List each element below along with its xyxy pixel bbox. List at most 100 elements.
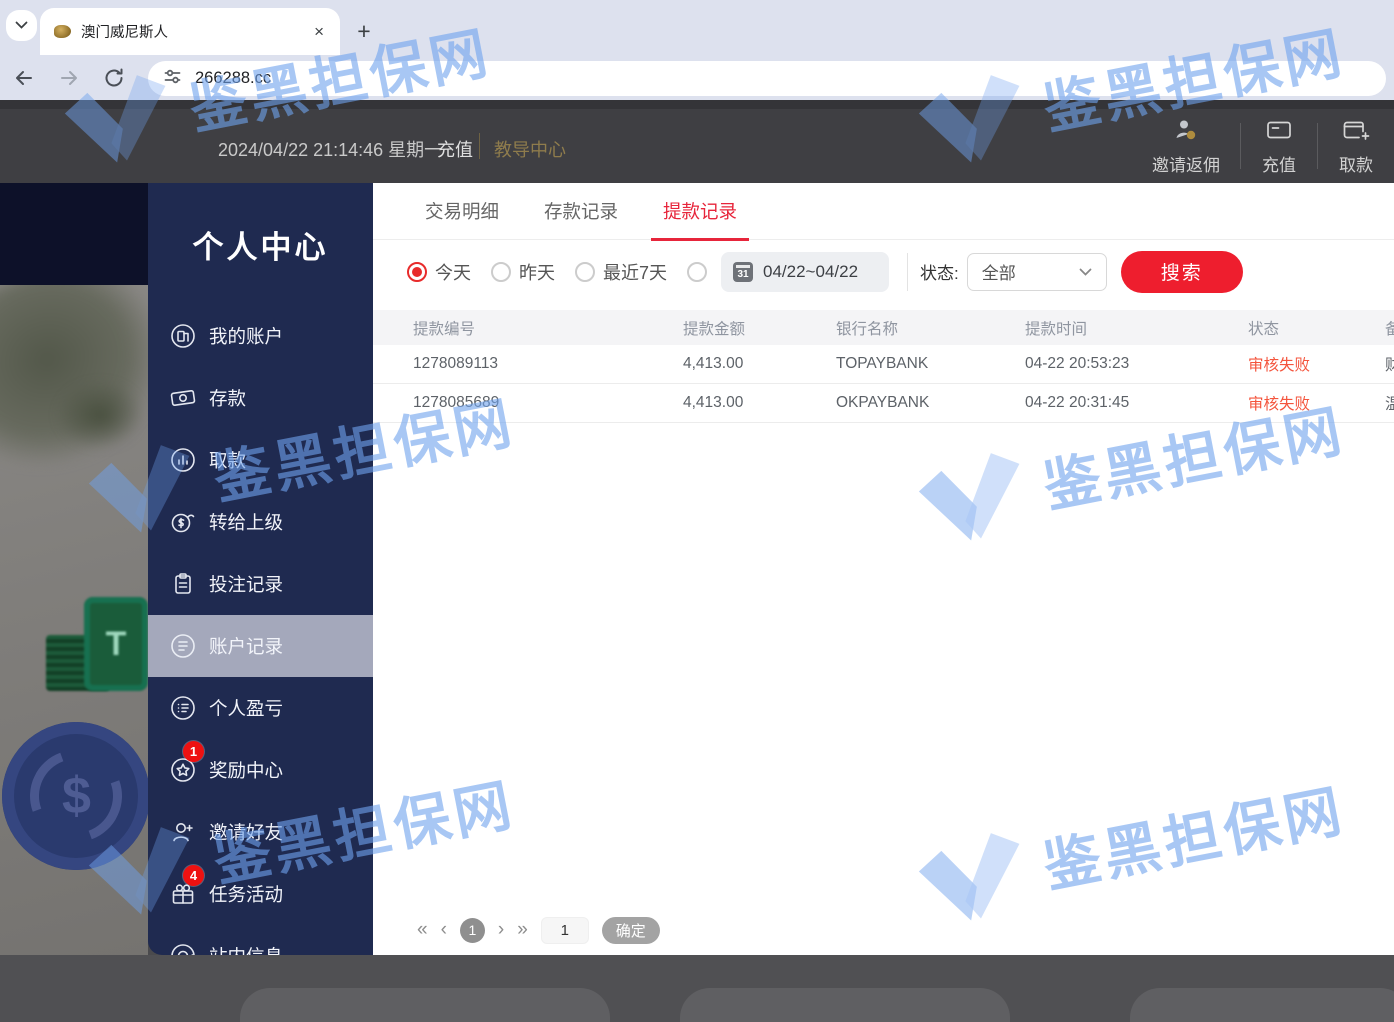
person-plus-icon [169, 818, 197, 846]
search-button[interactable]: 搜索 [1121, 251, 1243, 293]
withdraw-table: 提款编号 提款金额 银行名称 提款时间 状态 备注 1278089113 4,4… [373, 310, 1394, 423]
status-select-value: 全部 [982, 259, 1079, 284]
sidebar-item-label: 投注记录 [209, 571, 283, 597]
address-bar[interactable]: 266288.cc [148, 61, 1386, 96]
tether-coin-graphic: T [84, 597, 148, 691]
header-divider [479, 133, 480, 159]
dollar-symbol: $ [62, 766, 91, 826]
sidebar-item-label: 个人盈亏 [209, 695, 283, 721]
sidebar-item-tasks[interactable]: 任务活动 4 [148, 863, 373, 925]
sidebar-item-deposit[interactable]: 存款 [148, 367, 373, 429]
sidebar-item-withdraw[interactable]: 取款 [148, 429, 373, 491]
invite-rebate-button[interactable]: 邀请返佣 [1132, 117, 1240, 176]
table-header-row: 提款编号 提款金额 银行名称 提款时间 状态 备注 [373, 310, 1394, 345]
confirm-page-button[interactable]: 确定 [602, 917, 660, 944]
sidebar-item-label: 站内信息 [209, 943, 283, 955]
bank-name: OKPAYBANK [836, 394, 1025, 412]
withdraw-time: 04-22 20:31:45 [1025, 394, 1248, 412]
money-blur-blob [55, 380, 145, 450]
col-amount: 提款金额 [683, 317, 836, 339]
date-range-picker[interactable]: 31 04/22~04/22 [721, 252, 889, 292]
tasks-badge: 4 [183, 865, 204, 886]
coin-ring: $ [15, 735, 137, 857]
amount: 4,413.00 [683, 355, 836, 373]
tutorial-center-link[interactable]: 教导中心 [494, 136, 566, 162]
filter-divider [907, 253, 908, 291]
radio-today[interactable] [407, 262, 427, 282]
tether-logo-letter: T [106, 625, 127, 664]
browser-tab[interactable]: 澳门威尼斯人 × [40, 8, 340, 55]
piggy-dollar-icon [169, 508, 197, 536]
last-page-button[interactable]: » [517, 919, 528, 941]
detail-list-icon [169, 694, 197, 722]
radio-last7days[interactable] [575, 262, 595, 282]
withdraw-time: 04-22 20:53:23 [1025, 355, 1248, 373]
sidebar-item-rewards[interactable]: 奖励中心 1 [148, 739, 373, 801]
page-input[interactable]: 1 [541, 917, 589, 944]
invite-rebate-icon [1173, 117, 1199, 148]
status-label: 状态: [920, 259, 959, 284]
tab-close-button[interactable]: × [312, 22, 326, 42]
screen: 2024/04/22 21:14:46 星期一 充值 教导中心 邀请返佣 充值 [0, 0, 1394, 1022]
records-tabs: 交易明细 存款记录 提款记录 [373, 183, 1394, 240]
prev-page-button[interactable]: ‹ [441, 919, 447, 941]
header-deposit-label: 充值 [1262, 151, 1296, 176]
next-page-button[interactable]: › [498, 919, 504, 941]
sidebar-item-label: 任务活动 [209, 881, 283, 907]
sidebar-item-label: 邀请好友 [209, 819, 283, 845]
account-icon [169, 322, 197, 350]
sidebar-item-label: 我的账户 [209, 323, 283, 349]
radio-last7days-label[interactable]: 最近7天 [603, 259, 667, 285]
remark: 财 [1385, 353, 1394, 375]
col-status: 状态 [1248, 317, 1385, 339]
clipboard-icon [169, 570, 197, 598]
recharge-link[interactable]: 充值 [437, 136, 473, 162]
background-card [240, 988, 610, 1022]
sidebar-item-invite-friends[interactable]: 邀请好友 [148, 801, 373, 863]
header-withdraw-button[interactable]: 取款 [1318, 117, 1394, 176]
header-deposit-button[interactable]: 充值 [1241, 117, 1317, 176]
sidebar-item-profit-loss[interactable]: 个人盈亏 [148, 677, 373, 739]
first-page-button[interactable]: « [417, 919, 428, 941]
radio-yesterday[interactable] [491, 262, 511, 282]
records-panel: 交易明细 存款记录 提款记录 今天 昨天 最近7天 31 04/22~04/22… [373, 183, 1394, 955]
sidebar-item-my-account[interactable]: 我的账户 [148, 305, 373, 367]
reload-button[interactable] [100, 64, 128, 92]
sidebar-item-messages[interactable]: 站内信息 [148, 925, 373, 955]
table-row: 1278085689 4,413.00 OKPAYBANK 04-22 20:3… [373, 384, 1394, 423]
sidebar-item-account-records[interactable]: 账户记录 [148, 615, 373, 677]
at-sign-icon [169, 942, 197, 955]
site-header: 2024/04/22 21:14:46 星期一 充值 教导中心 邀请返佣 充值 [0, 100, 1394, 183]
background-left-strip: T $ [0, 183, 148, 955]
new-tab-button[interactable]: + [346, 13, 382, 49]
forward-button[interactable] [55, 64, 83, 92]
background-card [680, 988, 1010, 1022]
tab-title: 澳门威尼斯人 [81, 21, 312, 42]
radio-today-label[interactable]: 今天 [435, 259, 471, 285]
back-button[interactable] [10, 64, 38, 92]
sidebar-item-label: 取款 [209, 447, 246, 473]
tab-deposit-records[interactable]: 存款记录 [544, 183, 618, 240]
radio-custom-range[interactable] [687, 262, 707, 282]
withdraw-id: 1278085689 [373, 394, 683, 412]
withdraw-wallet-icon [1341, 117, 1371, 148]
background-photo: T $ [0, 285, 148, 955]
chevron-down-icon [15, 21, 28, 30]
status-select[interactable]: 全部 [967, 253, 1107, 291]
sidebar-title: 个人中心 [148, 183, 373, 305]
background-card [1130, 988, 1394, 1022]
deposit-card-icon [1265, 117, 1293, 148]
tab-transaction-details[interactable]: 交易明细 [425, 183, 499, 240]
usd-coin-graphic: $ [2, 722, 148, 870]
background-dark-block [0, 183, 148, 285]
radio-yesterday-label[interactable]: 昨天 [519, 259, 555, 285]
background-bottom-strip [0, 955, 1394, 1022]
sidebar-item-label: 存款 [209, 385, 246, 411]
current-page[interactable]: 1 [460, 918, 485, 943]
url-text[interactable]: 266288.cc [195, 69, 271, 88]
tab-search-button[interactable] [6, 10, 37, 41]
calendar-icon: 31 [733, 262, 753, 282]
tab-withdraw-records[interactable]: 提款记录 [663, 183, 737, 240]
sidebar-item-transfer-up[interactable]: 转给上级 [148, 491, 373, 553]
sidebar-item-bet-records[interactable]: 投注记录 [148, 553, 373, 615]
